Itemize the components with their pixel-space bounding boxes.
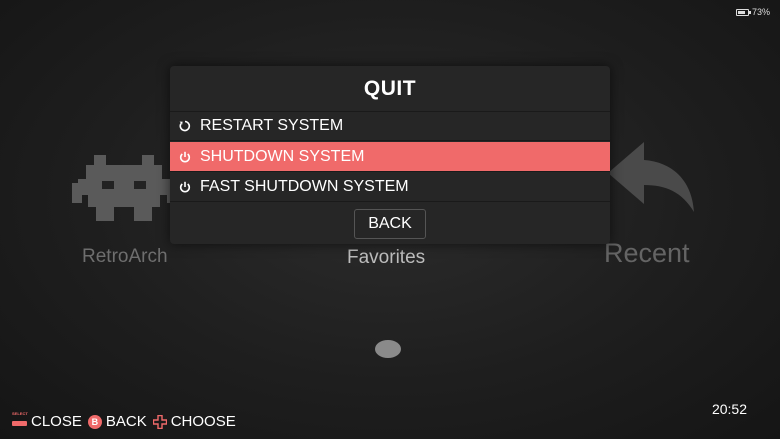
power-icon [179, 151, 191, 163]
recent-arrow-icon [608, 142, 694, 212]
hint-back-label: BACK [105, 413, 147, 430]
hint-choose[interactable]: CHOOSE [152, 413, 236, 430]
recent-tab-label[interactable]: Recent [604, 238, 690, 269]
retroarch-tab-label[interactable]: RetroArch [82, 246, 168, 268]
battery-icon [735, 8, 751, 16]
quit-dialog: QUIT RESTART SYSTEM SHUTDOWN SYSTEM FAST… [170, 66, 610, 244]
dpad-icon [152, 414, 167, 429]
hint-close-label: CLOSE [31, 413, 82, 430]
menu-item-fast-shutdown-system[interactable]: FAST SHUTDOWN SYSTEM [170, 172, 610, 202]
status-bar: 73% [735, 7, 770, 17]
battery-fill [737, 10, 745, 14]
b-button-icon: B [87, 414, 102, 429]
dialog-title: QUIT [363, 77, 417, 100]
battery-percent: 73% [751, 7, 770, 17]
clock: 20:52 [711, 401, 747, 417]
restart-icon [179, 120, 191, 132]
back-button[interactable]: BACK [354, 209, 426, 239]
page-indicator-dot [375, 340, 401, 358]
hint-close[interactable]: SELECT CLOSE [12, 411, 82, 430]
menu-item-label: FAST SHUTDOWN SYSTEM [200, 177, 409, 195]
favorites-tab-label[interactable]: Favorites [347, 247, 425, 269]
menu-item-restart-system[interactable]: RESTART SYSTEM [170, 111, 610, 141]
power-icon [179, 181, 191, 193]
button-hints: SELECT CLOSE B BACK CHOOSE [12, 411, 242, 430]
menu-item-label: SHUTDOWN SYSTEM [200, 147, 365, 165]
hint-back[interactable]: B BACK [87, 413, 147, 430]
select-button-icon: SELECT [12, 411, 28, 426]
menu-item-shutdown-system[interactable]: SHUTDOWN SYSTEM [170, 142, 610, 172]
retroarch-logo-icon [72, 155, 177, 221]
hint-choose-label: CHOOSE [170, 413, 236, 430]
menu-item-label: RESTART SYSTEM [200, 117, 344, 134]
